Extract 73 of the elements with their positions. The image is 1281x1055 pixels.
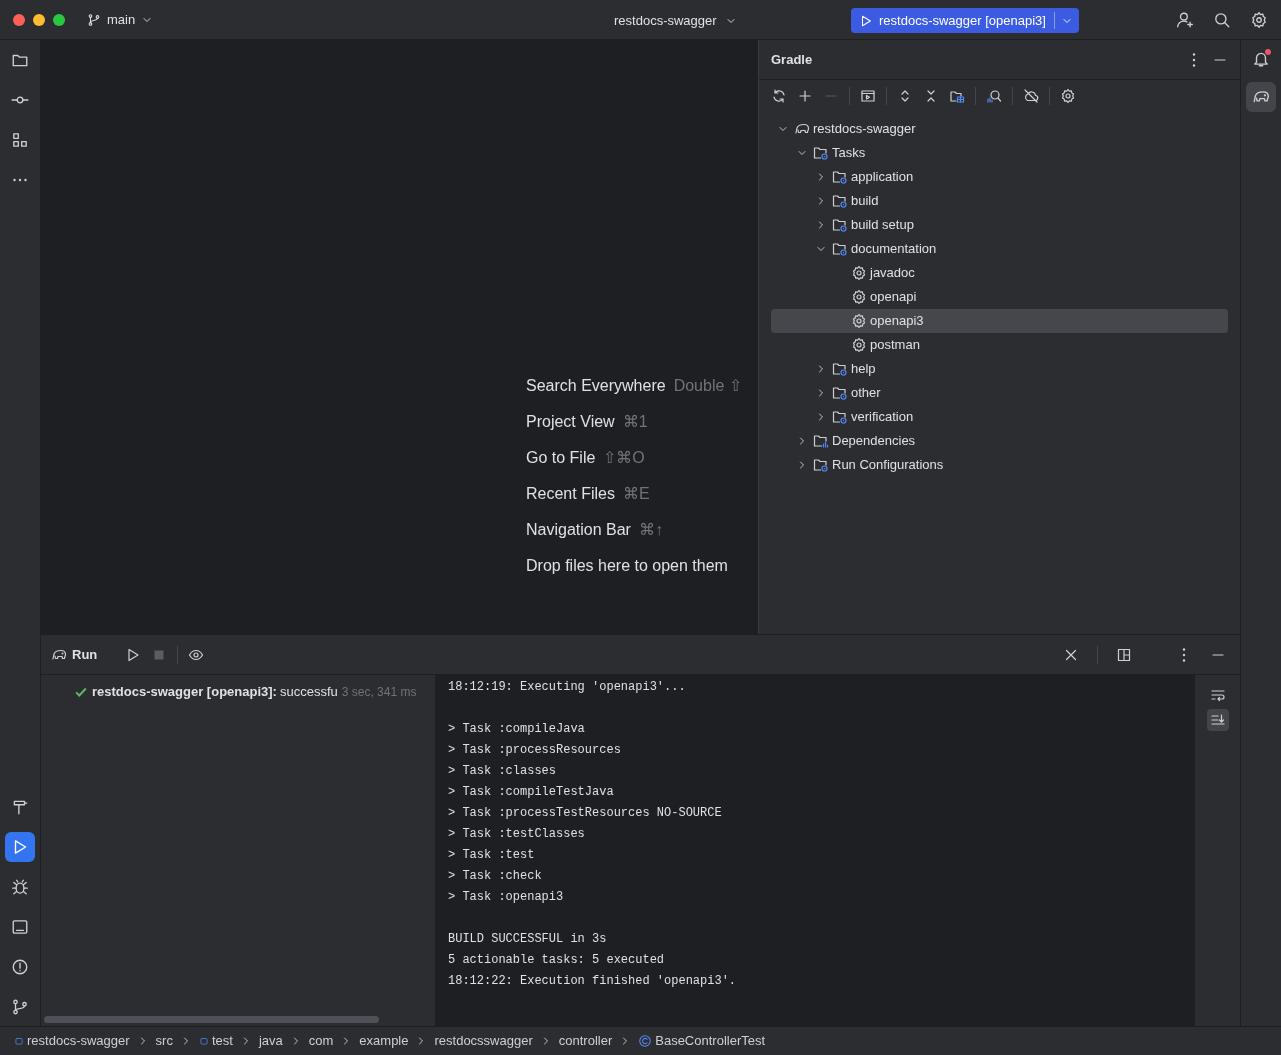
console-line: > Task :processTestResources NO-SOURCE <box>448 805 723 822</box>
tree-label: build setup <box>851 216 914 235</box>
tree-label: documentation <box>851 240 937 259</box>
console-line: > Task :check <box>448 868 543 885</box>
breadcrumb[interactable]: src <box>155 1031 173 1051</box>
console-line: > Task :test <box>448 847 536 864</box>
tree-item[interactable]: build setup <box>771 213 1228 237</box>
breadcrumb[interactable]: restdocs-swagger <box>14 1031 130 1051</box>
tree-item[interactable]: Run Configurations <box>771 453 1228 477</box>
tree-label: restdocs-swagger <box>813 120 916 139</box>
result-status: successfu <box>279 683 338 702</box>
tree-label: verification <box>851 408 914 427</box>
hint-action[interactable]: Recent Files <box>526 482 615 506</box>
console-line: 5 actionable tasks: 5 executed <box>448 952 666 969</box>
breadcrumb[interactable]: BaseControllerTest <box>638 1031 766 1051</box>
console-line: > Task :compileJava <box>448 721 586 738</box>
breadcrumb[interactable]: example <box>359 1031 409 1051</box>
run-tab[interactable]: Run <box>72 644 98 665</box>
panel-title: Gradle <box>771 50 813 69</box>
tree-item[interactable]: documentation <box>771 237 1228 261</box>
tree-label: openapi <box>870 288 917 307</box>
tree-item[interactable]: verification <box>771 405 1228 429</box>
tree-label: postman <box>870 336 920 355</box>
hint-action[interactable]: Search Everywhere <box>526 374 666 398</box>
tree-item[interactable]: help <box>771 357 1228 381</box>
hint-action[interactable]: Navigation Bar <box>526 518 631 542</box>
tree-label: Dependencies <box>832 432 916 451</box>
breadcrumb[interactable]: restdocsswagger <box>434 1031 533 1051</box>
console-line: 18:12:22: Execution finished 'openapi3'. <box>448 973 738 990</box>
result-name: restdocs-swagger [openapi3]: <box>92 683 277 702</box>
hint-action[interactable]: Go to File <box>526 446 596 470</box>
run-result-item[interactable]: restdocs-swagger [openapi3]: successfu 3 sec, 341 ms <box>41 682 435 702</box>
result-time: 3 sec, 341 ms <box>341 684 417 701</box>
console-line: > Task :openapi3 <box>448 889 565 906</box>
tree-item[interactable]: openapi3 <box>771 309 1228 333</box>
breadcrumb[interactable]: java <box>258 1031 283 1051</box>
tree-item[interactable]: application <box>771 165 1228 189</box>
tree-label: application <box>851 168 914 187</box>
tree-label: help <box>851 360 876 379</box>
tree-item[interactable]: other <box>771 381 1228 405</box>
console-line: BUILD SUCCESSFUL in 3s <box>448 931 608 948</box>
hint-shortcut: ⇧⌘O <box>603 448 645 468</box>
tree-label: Run Configurations <box>832 456 944 475</box>
tree-label: Tasks <box>832 144 866 163</box>
run-configuration-button[interactable]: restdocs-swagger [openapi3] <box>851 8 1079 33</box>
project-selector[interactable]: restdocs-swagger <box>614 11 737 31</box>
tree-label: build <box>851 192 879 211</box>
hint-shortcut: Double ⇧ <box>673 376 742 396</box>
tree-label: openapi3 <box>870 312 924 331</box>
branch-selector[interactable]: main <box>87 9 154 30</box>
breadcrumb[interactable]: controller <box>558 1031 613 1051</box>
hint-shortcut: ⌘1 <box>622 412 648 432</box>
console-line: 18:12:19: Executing 'openapi3'... <box>448 679 687 696</box>
tree-item[interactable]: openapi <box>771 285 1228 309</box>
tree-item[interactable]: restdocs-swagger <box>771 117 1228 141</box>
console-line: > Task :processResources <box>448 742 622 759</box>
tree-item[interactable]: Tasks <box>771 141 1228 165</box>
tree-label: other <box>851 384 881 403</box>
tree-item[interactable]: Dependencies <box>771 429 1228 453</box>
hint-action[interactable]: Project View <box>526 410 615 434</box>
tree-item[interactable]: javadoc <box>771 261 1228 285</box>
console-line: > Task :compileTestJava <box>448 784 615 801</box>
breadcrumb[interactable]: test <box>198 1031 233 1051</box>
hint-action[interactable]: Drop files here to open them <box>526 554 728 578</box>
hint-shortcut: ⌘E <box>622 484 650 504</box>
breadcrumb[interactable]: com <box>308 1031 334 1051</box>
hint-shortcut: ⌘↑ <box>638 520 663 540</box>
run-configuration-label: restdocs-swagger [openapi3] <box>879 11 1046 30</box>
tree-item[interactable]: build <box>771 189 1228 213</box>
console-line: > Task :testClasses <box>448 826 586 843</box>
tree-label: javadoc <box>870 264 915 283</box>
tree-item[interactable]: postman <box>771 333 1228 357</box>
console-line: > Task :classes <box>448 763 558 780</box>
